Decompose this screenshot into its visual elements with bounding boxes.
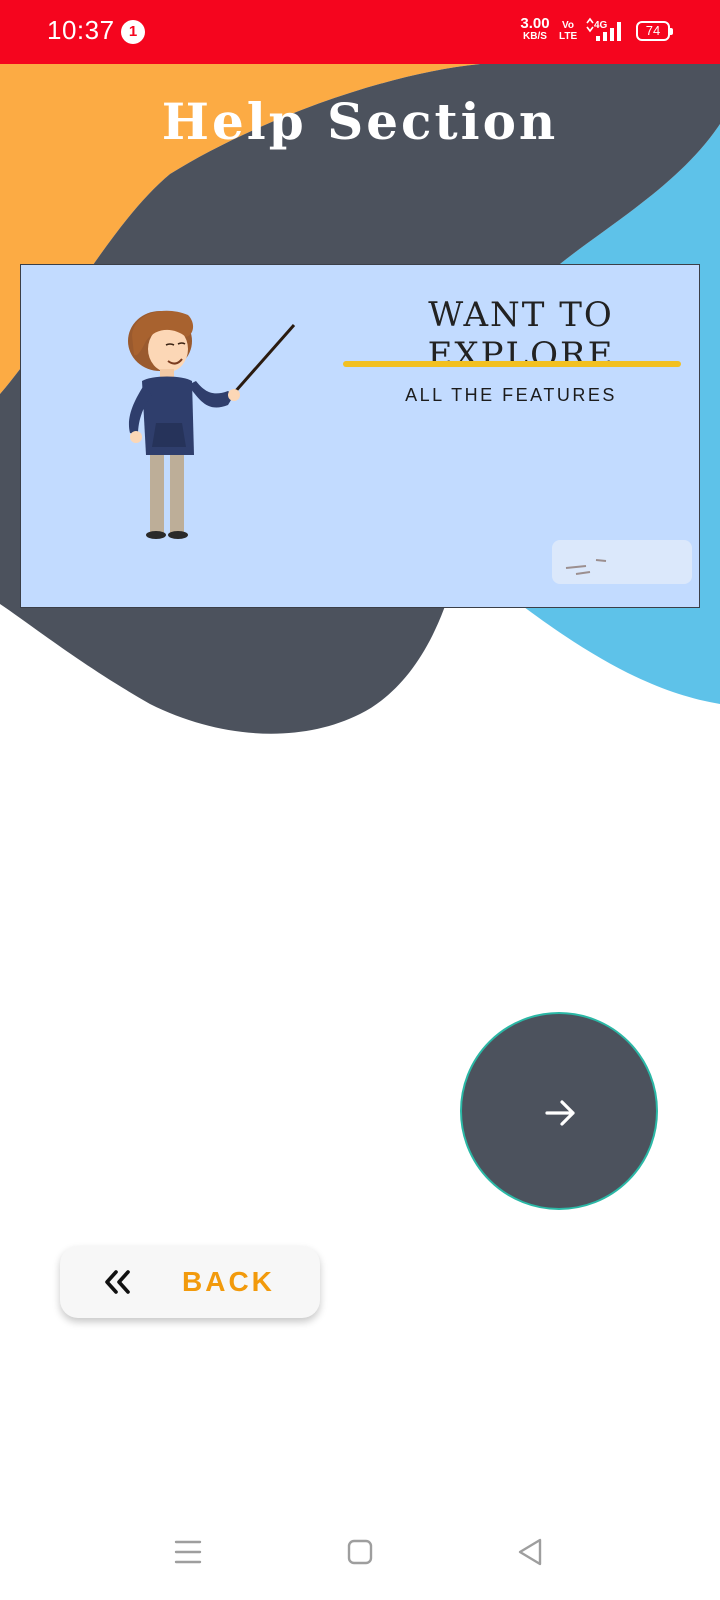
volte-indicator: Vo LTE [559,20,577,42]
system-nav-bar [0,1520,720,1600]
network-speed-value: 3.00 [520,15,550,32]
status-bar: 10:37 1 3.00 KB/S Vo LTE 4G 74 [0,0,720,64]
watermark-smudge [552,540,692,584]
arrow-right-icon [545,1100,575,1126]
network-type: 4G [594,20,608,31]
banner-underline [343,361,681,367]
help-banner: WANT TO EXPLORE ALL THE FEATURES [20,264,700,608]
status-time: 10:37 [47,15,115,45]
signal-icon: 4G [586,17,621,41]
back-button-label: BACK [182,1266,275,1297]
volte-top: Vo [561,20,575,31]
teacher-illustration [128,310,296,539]
back-triangle-icon[interactable] [510,1532,550,1572]
page-title: Help Section [161,92,559,151]
double-chevron-left-icon [105,1270,130,1294]
menu-icon[interactable] [168,1532,208,1572]
next-button[interactable] [460,1012,658,1210]
notification-badge: 1 [121,20,145,44]
banner-subheading: ALL THE FEATURES [405,385,617,405]
battery-icon: 74 [636,21,673,41]
battery-level: 74 [645,23,661,38]
volte-bottom: LTE [559,31,578,42]
network-speed: 3.00 KB/S [517,15,553,43]
back-button[interactable]: BACK [60,1246,320,1318]
home-square-icon[interactable] [340,1532,380,1572]
